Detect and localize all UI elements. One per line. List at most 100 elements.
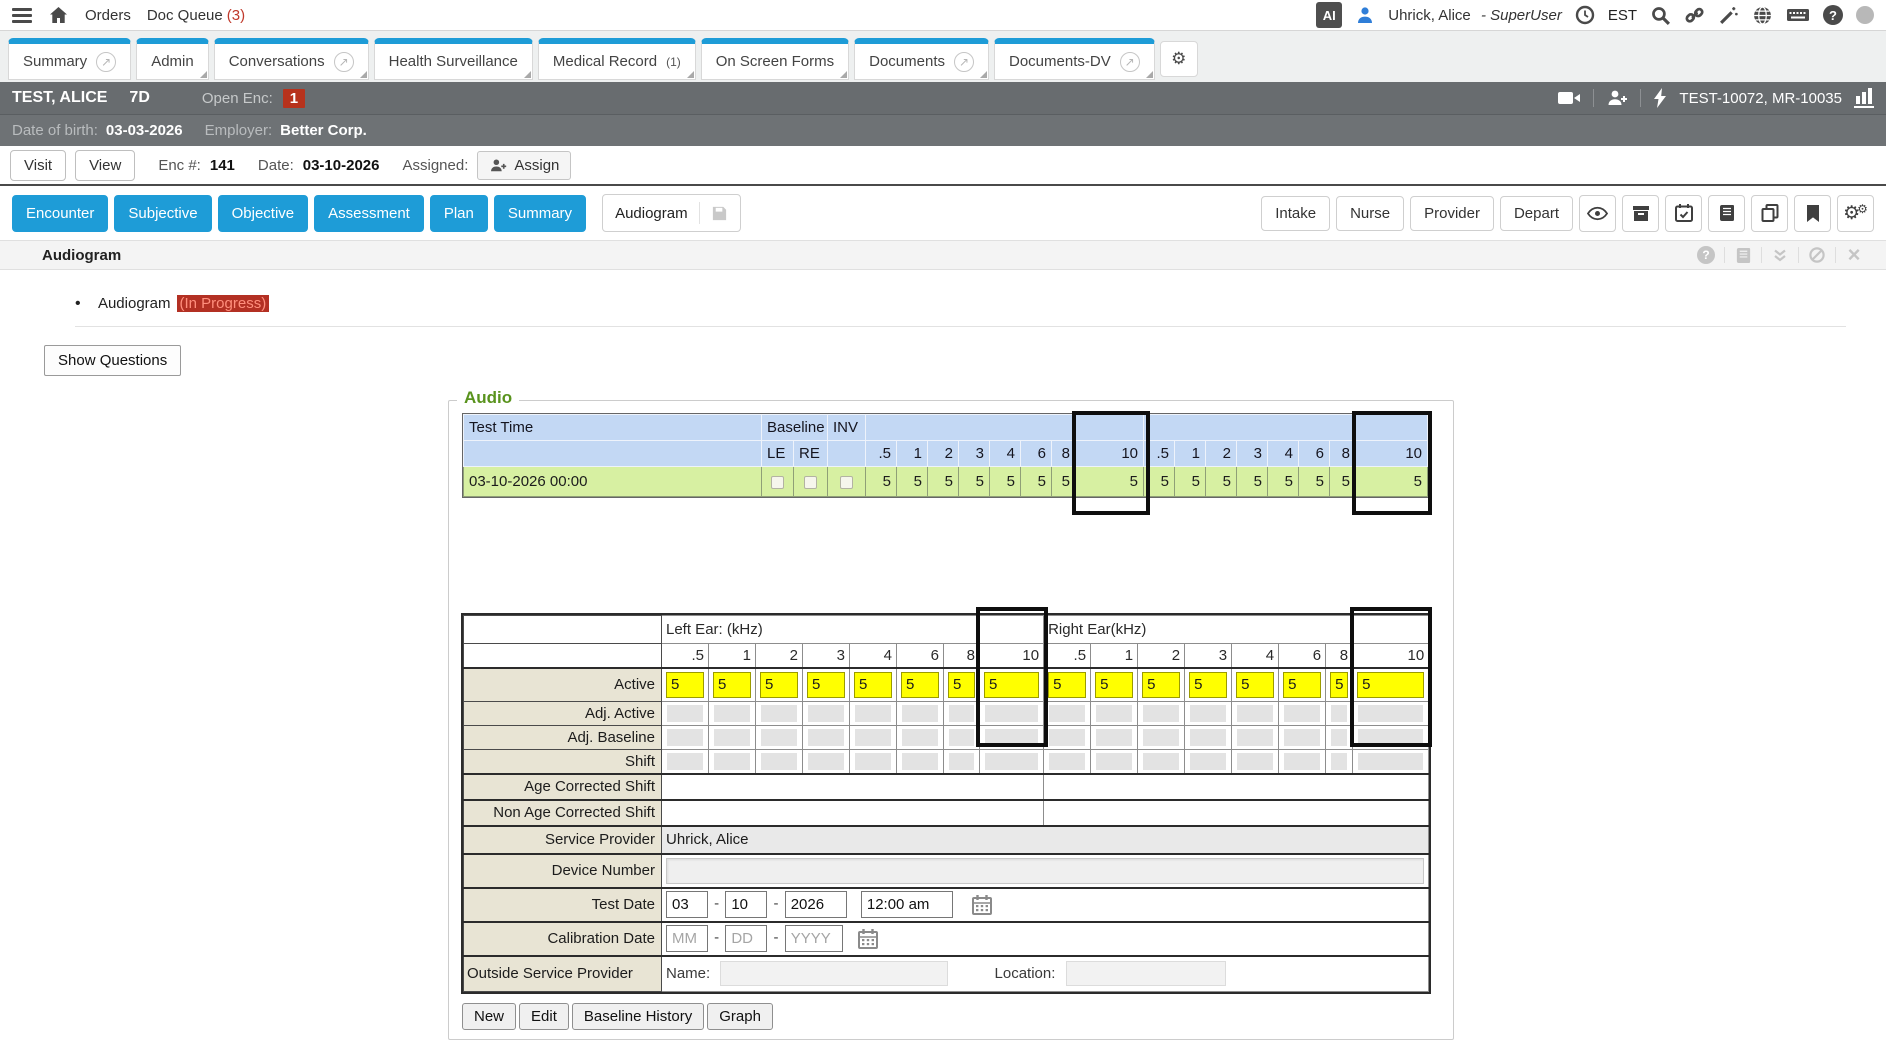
calendar-icon[interactable]: [971, 894, 993, 916]
cancel-icon[interactable]: [1799, 247, 1835, 263]
open-enc-badge[interactable]: 1: [283, 89, 305, 108]
panel-title: Audiogram: [42, 247, 121, 264]
active-threshold-input[interactable]: 5: [948, 672, 975, 698]
home-icon[interactable]: [48, 5, 69, 25]
tab-settings-gear[interactable]: ⚙: [1160, 41, 1198, 77]
section-button-objective[interactable]: Objective: [218, 195, 309, 232]
assign-button[interactable]: Assign: [477, 151, 571, 180]
copy-button[interactable]: [1751, 195, 1788, 232]
section-button-assessment[interactable]: Assessment: [314, 195, 424, 232]
active-threshold-input[interactable]: 5: [984, 672, 1039, 698]
settings-cogs-button[interactable]: ⚙⚙: [1837, 195, 1874, 232]
active-threshold-input[interactable]: 5: [1048, 672, 1086, 698]
action-button-baseline-history[interactable]: Baseline History: [572, 1003, 704, 1030]
help-icon[interactable]: ?: [1823, 5, 1843, 25]
tab-audiogram[interactable]: Audiogram: [602, 194, 741, 232]
test-time-value[interactable]: 03-10-2026 00:00: [464, 467, 762, 497]
test-date-month-input[interactable]: [666, 891, 708, 918]
action-button-new[interactable]: New: [462, 1003, 516, 1030]
outside-name-input[interactable]: [720, 961, 948, 986]
calendar-check-button[interactable]: [1665, 195, 1702, 232]
view-button[interactable]: View: [75, 150, 135, 181]
tab-on-screen-forms[interactable]: On Screen Forms: [701, 38, 849, 80]
bolt-icon[interactable]: [1653, 88, 1667, 108]
test-date-year-input[interactable]: [785, 891, 847, 918]
collapse-chevrons-icon[interactable]: [1762, 249, 1798, 262]
tab-conversations[interactable]: Conversations↗: [214, 38, 369, 80]
baseline-re-checkbox[interactable]: [804, 476, 817, 489]
outside-location-input[interactable]: [1066, 961, 1226, 986]
search-icon[interactable]: [1650, 5, 1671, 26]
tab-medical-record[interactable]: Medical Record(1): [538, 38, 696, 80]
active-threshold-input[interactable]: 5: [1142, 672, 1180, 698]
action-button-graph[interactable]: Graph: [707, 1003, 773, 1030]
threshold-value: 5: [928, 467, 959, 497]
active-threshold-input[interactable]: 5: [760, 672, 798, 698]
patient-ids: TEST-10072, MR-10035: [1679, 90, 1842, 107]
active-threshold-input[interactable]: 5: [713, 672, 751, 698]
journal-button[interactable]: [1708, 195, 1745, 232]
active-threshold-input[interactable]: 5: [807, 672, 845, 698]
active-threshold-input[interactable]: 5: [1189, 672, 1227, 698]
tab-documents[interactable]: Documents↗: [854, 38, 989, 80]
calendar-icon[interactable]: [857, 928, 879, 950]
active-threshold-input[interactable]: 5: [901, 672, 939, 698]
section-button-plan[interactable]: Plan: [430, 195, 488, 232]
section-button-summary[interactable]: Summary: [494, 195, 586, 232]
stage-button-provider[interactable]: Provider: [1410, 196, 1494, 231]
panel-help-icon[interactable]: ?: [1688, 246, 1724, 264]
test-date-day-input[interactable]: [725, 891, 767, 918]
module-tabbar: Summary↗AdminConversations↗Health Survei…: [0, 31, 1886, 82]
save-icon[interactable]: [711, 205, 728, 222]
tab-documents-dv[interactable]: Documents-DV↗: [994, 38, 1155, 80]
active-threshold-input[interactable]: 5: [1357, 672, 1424, 698]
wand-icon[interactable]: [1718, 5, 1739, 26]
panel-journal-icon[interactable]: [1725, 247, 1761, 264]
col-le: LE: [762, 441, 794, 467]
chart-icon[interactable]: [1854, 88, 1874, 108]
stage-button-depart[interactable]: Depart: [1500, 196, 1573, 231]
readonly-cell: [1049, 753, 1085, 770]
section-button-subjective[interactable]: Subjective: [114, 195, 211, 232]
person-add-icon[interactable]: [1606, 89, 1628, 107]
archive-button[interactable]: [1622, 195, 1659, 232]
link-icon[interactable]: [1684, 5, 1705, 26]
ai-badge[interactable]: AI: [1316, 2, 1342, 28]
active-threshold-input[interactable]: 5: [1236, 672, 1274, 698]
device-number-input[interactable]: [666, 858, 1424, 884]
globe-icon[interactable]: [1752, 5, 1773, 26]
preview-eye-button[interactable]: [1579, 195, 1616, 232]
action-button-edit[interactable]: Edit: [519, 1003, 569, 1030]
readonly-cell: [1190, 753, 1226, 770]
baseline-le-checkbox[interactable]: [771, 476, 784, 489]
close-icon[interactable]: ×: [1836, 248, 1872, 262]
nav-orders[interactable]: Orders: [85, 7, 131, 24]
calibration-year-input[interactable]: [785, 925, 843, 952]
camera-icon[interactable]: [1557, 89, 1581, 107]
visit-button[interactable]: Visit: [10, 150, 66, 181]
keyboard-icon[interactable]: [1786, 5, 1810, 25]
bookmark-button[interactable]: [1794, 195, 1831, 232]
calibration-day-input[interactable]: [725, 925, 767, 952]
active-threshold-input[interactable]: 5: [854, 672, 892, 698]
tab-summary[interactable]: Summary↗: [8, 38, 131, 80]
hamburger-menu-icon[interactable]: [12, 8, 32, 23]
active-threshold-input[interactable]: 5: [1283, 672, 1321, 698]
nav-doc-queue[interactable]: Doc Queue(3): [147, 7, 245, 24]
active-threshold-input[interactable]: 5: [1330, 672, 1348, 698]
tab-health-surveillance[interactable]: Health Surveillance: [374, 38, 533, 80]
freq-header: 8: [1330, 441, 1356, 467]
stage-button-nurse[interactable]: Nurse: [1336, 196, 1404, 231]
active-threshold-input[interactable]: 5: [1095, 672, 1133, 698]
calibration-month-input[interactable]: [666, 925, 708, 952]
tab-admin[interactable]: Admin: [136, 38, 209, 80]
freq-header: 4: [990, 441, 1021, 467]
readonly-cell: [985, 753, 1038, 770]
inv-checkbox[interactable]: [840, 476, 853, 489]
active-threshold-input[interactable]: 5: [666, 672, 704, 698]
stage-button-intake[interactable]: Intake: [1261, 196, 1330, 231]
show-questions-button[interactable]: Show Questions: [44, 345, 181, 376]
test-time-input[interactable]: [861, 891, 953, 918]
section-button-encounter[interactable]: Encounter: [12, 195, 108, 232]
note-item[interactable]: Audiogram(In Progress): [75, 295, 1886, 313]
